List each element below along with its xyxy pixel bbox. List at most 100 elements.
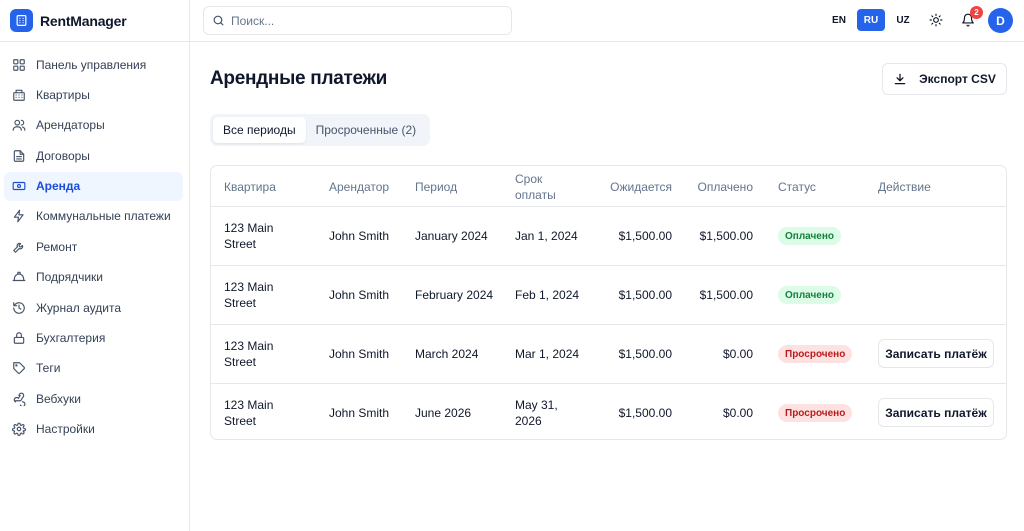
cell-period: February 2024 [415, 288, 494, 302]
export-csv-label: Экспорт CSV [919, 72, 996, 86]
lang-ru-button[interactable]: RU [857, 9, 885, 31]
lang-en-button[interactable]: EN [825, 9, 853, 31]
notification-count-badge: 2 [970, 6, 983, 19]
cell-expected: $1,500.00 [618, 229, 672, 243]
sidebar-item-tag[interactable]: Теги [4, 354, 183, 383]
cell-paid: $0.00 [722, 347, 753, 361]
sidebar-item-label: Квартиры [36, 87, 90, 102]
tab-overdue[interactable]: Просроченные (2) [306, 117, 427, 143]
cell-paid: $1,500.00 [699, 229, 753, 243]
app-root: RentManager Панель управления Квартиры Аре… [0, 0, 1024, 531]
sidebar-item-wrench[interactable]: Ремонт [4, 232, 183, 261]
cell-due-date: Mar 1, 2024 [515, 347, 580, 361]
page-title: Арендные платежи [210, 68, 388, 89]
sidebar: RentManager Панель управления Квартиры Аре… [0, 0, 190, 531]
cell-apartment: 123 Main Street [224, 221, 274, 251]
sidebar-item-lock[interactable]: Бухгалтерия [4, 324, 183, 353]
cell-paid: $0.00 [722, 406, 753, 420]
cell-expected: $1,500.00 [618, 288, 672, 302]
lang-uz-button[interactable]: UZ [889, 9, 917, 31]
sidebar-item-users[interactable]: Арендаторы [4, 111, 183, 140]
sidebar-item-label: Ремонт [36, 239, 78, 254]
cell-apartment: 123 Main Street [224, 280, 274, 310]
status-badge: Оплачено [778, 286, 841, 304]
building-logo-icon [10, 9, 33, 32]
sidebar-item-building[interactable]: Квартиры [4, 80, 183, 109]
cell-expected: $1,500.00 [618, 347, 672, 361]
record-payment-button[interactable]: Записать платёж [878, 398, 994, 427]
wrench-icon [12, 240, 26, 254]
download-icon [894, 73, 906, 85]
sidebar-item-label: Панель управления [36, 57, 147, 72]
table-row: 123 Main Street John Smith June 2026 May 31… [211, 384, 1006, 439]
table-row: 123 Main Street John Smith March 2024 Mar 1… [211, 325, 1006, 384]
tag-icon [12, 361, 26, 375]
sidebar-item-document[interactable]: Договоры [4, 141, 183, 170]
cell-period: June 2026 [415, 406, 472, 420]
sidebar-item-label: Бухгалтерия [36, 331, 106, 346]
cell-period: March 2024 [415, 347, 479, 361]
history-icon [12, 301, 26, 315]
webhook-icon [12, 392, 26, 406]
export-csv-button[interactable]: Экспорт CSV [882, 63, 1007, 95]
cell-period: January 2024 [415, 229, 488, 243]
table-row: 123 Main Street John Smith February 2024 Fe… [211, 266, 1006, 325]
cell-apartment: 123 Main Street [224, 339, 274, 369]
sidebar-item-webhook[interactable]: Вебхуки [4, 384, 183, 413]
sidebar-item-label: Арендаторы [36, 118, 105, 133]
cell-expected: $1,500.00 [618, 406, 672, 420]
sidebar-item-dashboard[interactable]: Панель управления [4, 50, 183, 79]
sidebar-item-label: Настройки [36, 422, 95, 437]
sidebar-item-label: Подрядчики [36, 270, 103, 285]
header-expected: Ожидается [610, 180, 672, 194]
sidebar-item-zap[interactable]: Коммунальные платежи [4, 202, 183, 231]
sidebar-item-history[interactable]: Журнал аудита [4, 293, 183, 322]
header-period: Период [415, 180, 458, 194]
status-badge: Просрочено [778, 404, 853, 422]
table-row: 123 Main Street John Smith January 2024 Jan… [211, 207, 1006, 266]
document-icon [12, 149, 26, 163]
zap-icon [12, 209, 26, 223]
sidebar-item-label: Журнал аудита [36, 300, 122, 315]
banknote-icon [12, 179, 26, 193]
tab-all-periods[interactable]: Все периоды [213, 117, 306, 143]
header-status: Статус [778, 180, 816, 194]
sidebar-item-label: Аренда [36, 179, 81, 194]
search-icon [213, 15, 224, 26]
status-badge: Оплачено [778, 227, 841, 245]
cell-tenant: John Smith [329, 229, 390, 243]
sidebar-item-label: Коммунальные платежи [36, 209, 171, 224]
sidebar-item-label: Теги [36, 361, 61, 376]
header-due-date: Срок оплаты [515, 172, 556, 202]
dashboard-icon [12, 58, 26, 72]
rent-payments-table: Квартира Арендатор Период Срок оплаты Ож… [210, 165, 1007, 440]
status-badge: Просрочено [778, 345, 853, 363]
record-payment-button[interactable]: Записать платёж [878, 339, 994, 368]
sidebar-item-label: Вебхуки [36, 391, 81, 406]
lock-icon [12, 331, 26, 345]
cell-tenant: John Smith [329, 347, 390, 361]
app-name: RentManager [40, 12, 127, 29]
cell-due-date: May 31, 2026 [515, 398, 558, 428]
header-paid: Оплачено [697, 180, 753, 194]
gear-icon [12, 422, 26, 437]
theme-toggle-button[interactable] [926, 10, 946, 30]
cell-apartment: 123 Main Street [224, 398, 274, 428]
sidebar-nav: Панель управления Квартиры Арендаторы Догов… [0, 42, 189, 444]
building-icon [12, 88, 26, 102]
period-tabs: Все периоды Просроченные (2) [210, 114, 430, 146]
search-box[interactable] [203, 6, 512, 35]
users-icon [12, 118, 26, 132]
user-avatar[interactable]: D [988, 8, 1013, 33]
sidebar-item-banknote[interactable]: Аренда [4, 171, 183, 201]
cell-due-date: Feb 1, 2024 [515, 288, 580, 302]
header-apartment: Квартира [224, 180, 276, 194]
sidebar-item-gear[interactable]: Настройки [4, 415, 183, 444]
search-input[interactable] [231, 13, 501, 28]
sidebar-item-label: Договоры [36, 148, 90, 163]
header-tenant: Арендатор [329, 180, 390, 194]
cell-due-date: Jan 1, 2024 [515, 229, 578, 243]
brand[interactable]: RentManager [0, 0, 189, 42]
sidebar-item-hard-hat[interactable]: Подрядчики [4, 263, 183, 292]
cell-tenant: John Smith [329, 288, 390, 302]
